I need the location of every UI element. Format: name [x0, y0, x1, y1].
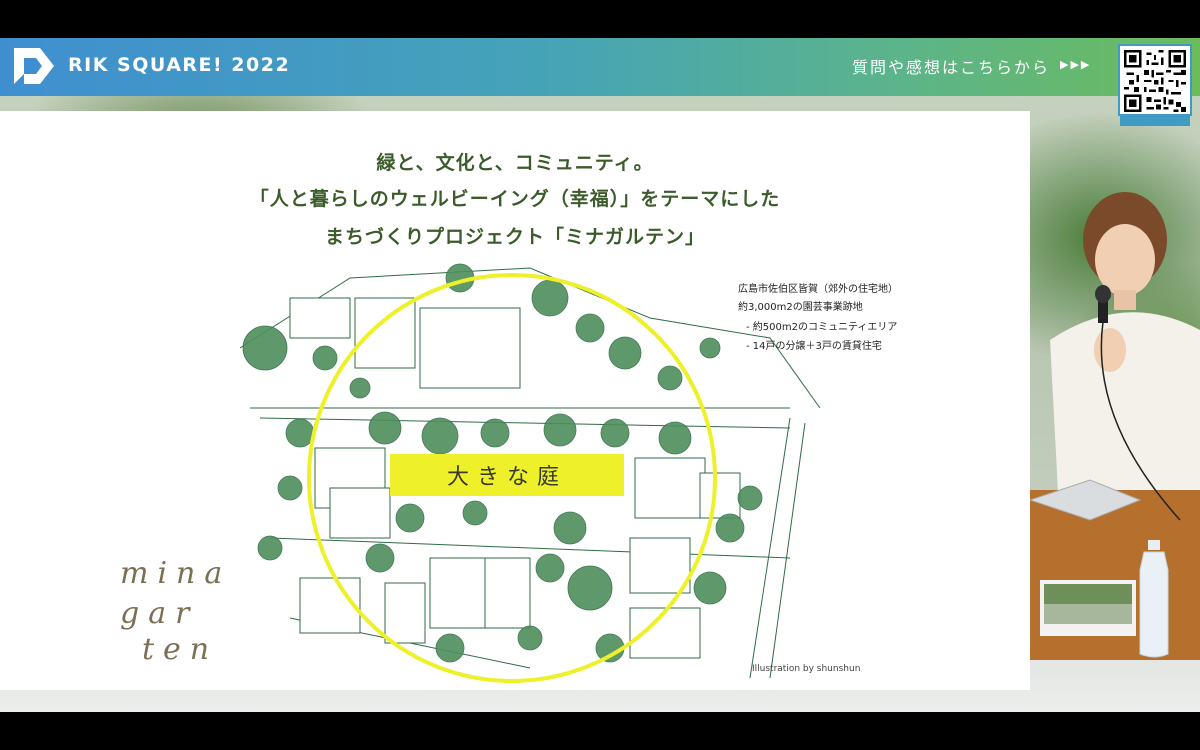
letterbox-bottom: [0, 712, 1200, 750]
garden-label: 大きな庭: [390, 454, 624, 496]
event-title: RIK SQUARE! 2022: [68, 54, 291, 76]
minagarten-logo-line-1: mina: [120, 556, 232, 591]
slide-title-line-3: まちづくりプロジェクト「ミナガルテン」: [324, 226, 705, 248]
slide-title-line-1: 緑と、文化と、コミュニティ。: [376, 152, 654, 174]
slide-title-line-2: 「人と暮らしのウェルビーイング（幸福）」をテーマにした: [249, 188, 781, 210]
photo-card: [1040, 580, 1136, 636]
qr-code-icon: [1124, 50, 1186, 112]
letterbox-top: [0, 0, 1200, 38]
illustration-credit: Illustration by shunshun: [752, 664, 861, 674]
rik-logo-icon: [14, 48, 54, 84]
minagarten-logo-line-3: ten: [142, 632, 219, 667]
qr-code[interactable]: [1118, 44, 1192, 116]
minagarten-logo-line-2: gar: [120, 596, 199, 631]
site-info: 約3,000m2の園芸事業跡地: [738, 302, 863, 313]
qr-tab: [1120, 116, 1190, 126]
community-area-info: - 約500m2のコミュニティエリア: [746, 322, 898, 333]
location-info: 広島市佐伯区皆賀（郊外の住宅地）: [738, 284, 898, 295]
arrow-right-icon: ▶▶▶: [1060, 58, 1092, 71]
water-bottle: [1139, 540, 1169, 658]
video-frame: RIK SQUARE! 2022 質問や感想はこちらから ▶▶▶ 緑と、文化と、…: [0, 0, 1200, 750]
feedback-prompt[interactable]: 質問や感想はこちらから: [852, 54, 1050, 78]
housing-info: - 14戸の分譲＋3戸の賃貸住宅: [746, 341, 882, 352]
